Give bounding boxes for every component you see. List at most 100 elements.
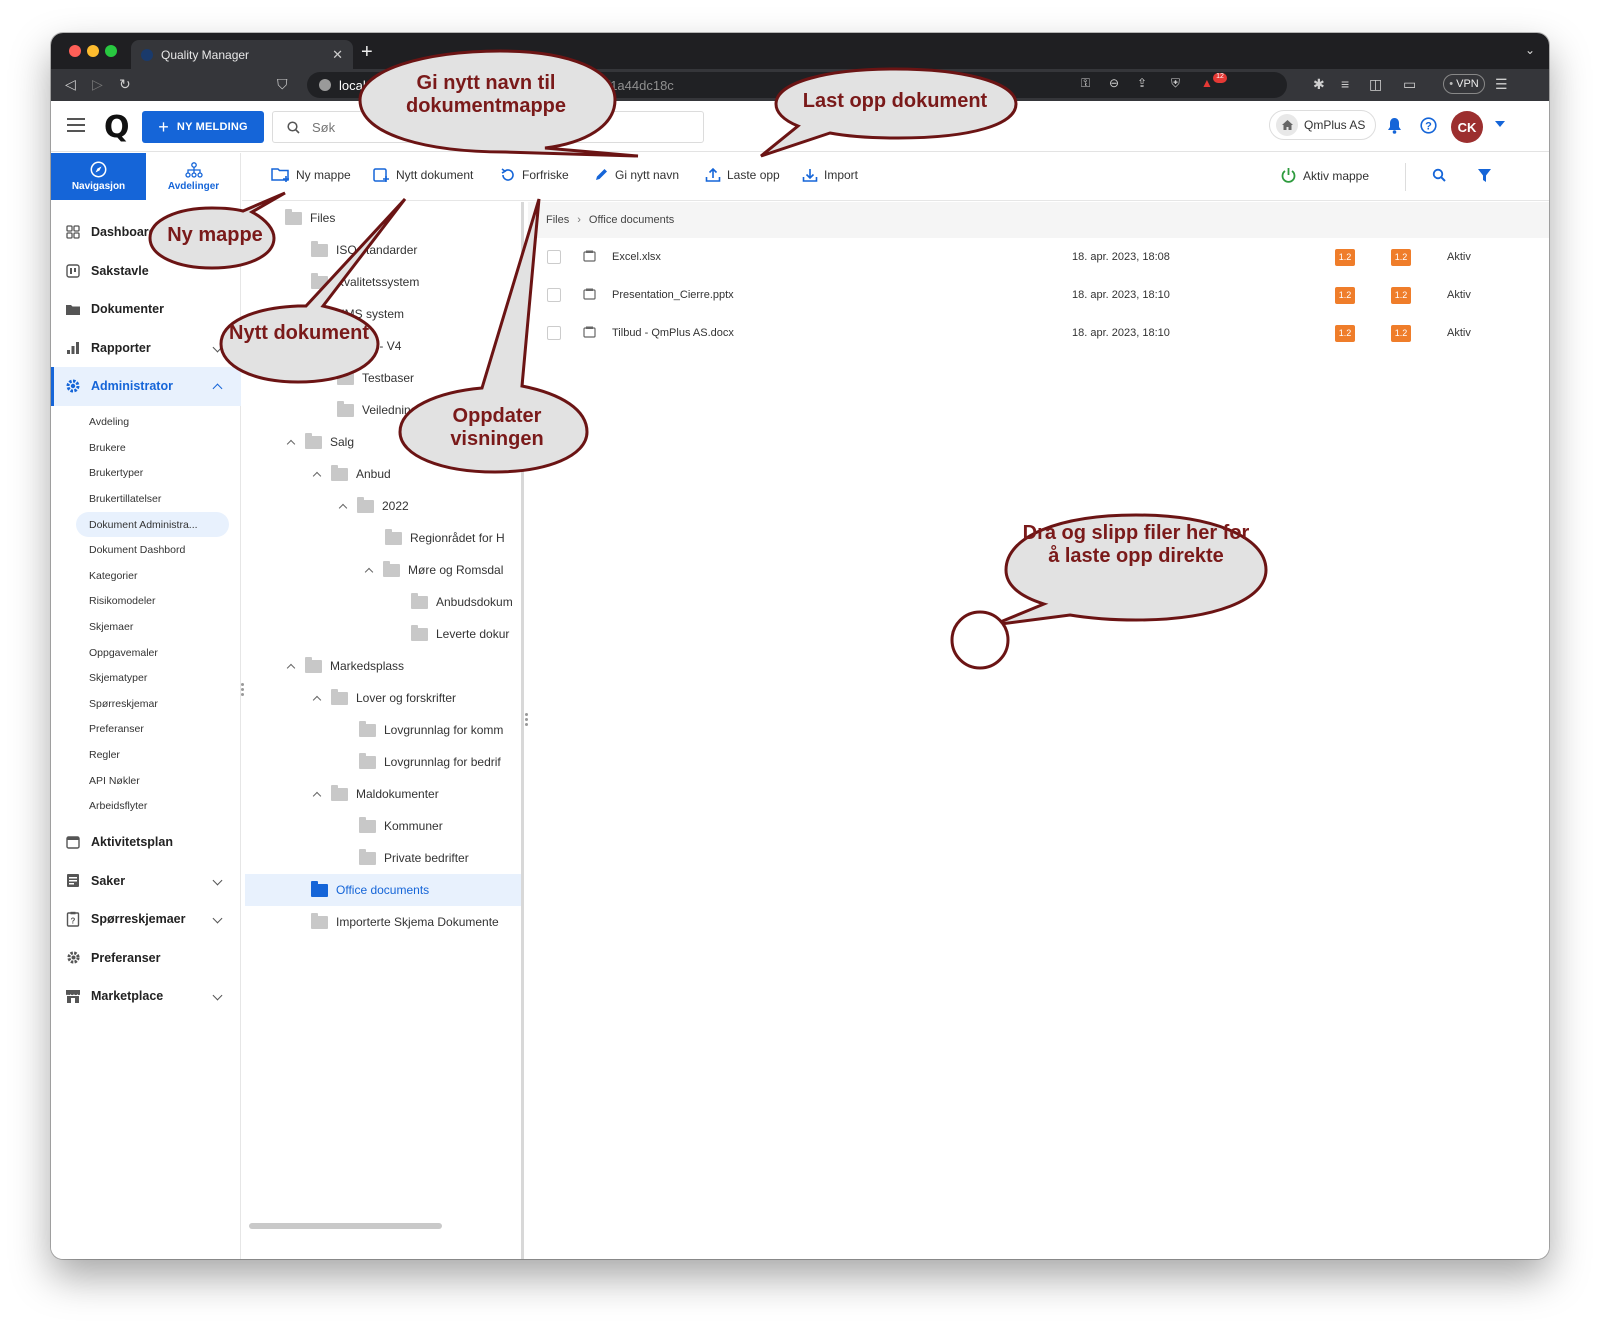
chevron-up-icon[interactable] <box>285 436 297 449</box>
back-icon[interactable]: ◁ <box>65 76 76 93</box>
zoom-window-button[interactable] <box>105 45 117 57</box>
chevron-up-icon[interactable] <box>285 660 297 673</box>
submenu-item[interactable]: Kategorier <box>51 563 241 589</box>
chevron-down-icon[interactable] <box>212 875 223 885</box>
submenu-item[interactable]: Risikomodeler <box>51 589 241 615</box>
new-document-button[interactable]: Nytt dokument <box>373 167 473 183</box>
filter-icon[interactable] <box>1477 168 1492 188</box>
chevron-up-icon[interactable] <box>311 788 323 801</box>
submenu-item[interactable]: Preferanser <box>51 717 241 743</box>
help-icon[interactable]: ? <box>1420 117 1437 139</box>
submenu-item[interactable]: Dokument Dashbord <box>51 537 241 563</box>
submenu-item[interactable]: Arbeidsflyter <box>51 793 241 819</box>
active-folder-toggle[interactable]: Aktiv mappe <box>1280 167 1369 184</box>
account-dropdown-icon[interactable] <box>1495 121 1505 127</box>
menu-item-saker[interactable]: Saker <box>51 862 241 901</box>
file-name[interactable]: Excel.xlsx <box>612 251 661 263</box>
table-row[interactable]: Excel.xlsx 18. apr. 2023, 18:08 1.2 1.2 … <box>528 238 1549 276</box>
tree-node[interactable]: Leverte dokur <box>411 618 509 650</box>
key-icon[interactable]: ⚿ <box>1081 76 1090 91</box>
bookmark-icon[interactable]: ⛉ <box>277 76 288 93</box>
tree-node[interactable]: Importerte Skjema Dokumente <box>311 906 499 938</box>
close-tab-icon[interactable]: ✕ <box>332 47 343 63</box>
import-button[interactable]: Import <box>802 167 858 183</box>
avatar[interactable]: CK <box>1451 111 1483 143</box>
brave-shield-icon[interactable]: ⛨ <box>1171 76 1180 91</box>
tree-node[interactable]: Lover og forskrifter <box>311 682 456 714</box>
refresh-button[interactable]: Forfriske <box>500 167 569 183</box>
submenu-item-selected[interactable]: Dokument Administra... <box>76 511 229 538</box>
chevron-up-icon[interactable] <box>311 468 323 481</box>
tree-node[interactable]: Lovgrunnlag for komm <box>359 714 503 746</box>
browser-menu-icon[interactable]: ☰ <box>1495 76 1508 93</box>
extensions-icon[interactable]: ✱ <box>1313 76 1325 93</box>
tab-list-chevron-icon[interactable]: ⌄ <box>1525 43 1535 57</box>
rename-button[interactable]: Gi nytt navn <box>594 167 679 182</box>
tree-node[interactable]: Regionrådet for H <box>385 522 505 554</box>
submenu-item[interactable]: Skjematyper <box>51 665 241 691</box>
bell-icon[interactable] <box>1387 117 1402 139</box>
zoom-icon[interactable]: ⊖ <box>1109 76 1119 90</box>
chevron-up-icon[interactable] <box>363 564 375 577</box>
file-name[interactable]: Tilbud - QmPlus AS.docx <box>612 327 734 339</box>
menu-item-administrator[interactable]: Administrator <box>51 367 241 406</box>
upload-button[interactable]: Laste opp <box>705 167 780 183</box>
breadcrumb-item[interactable]: Office documents <box>589 214 674 226</box>
submenu-item[interactable]: Spørreskjemar <box>51 691 241 717</box>
share-icon[interactable]: ⇪ <box>1137 76 1147 90</box>
tab-navigasjon[interactable]: Navigasjon <box>51 153 146 200</box>
menu-item-sporreskjemaer[interactable]: ? Spørreskjemaer <box>51 900 241 939</box>
close-window-button[interactable] <box>69 45 81 57</box>
rewards-icon[interactable]: ▲ <box>1201 76 1213 90</box>
tree-horizontal-scrollbar[interactable] <box>249 1223 442 1229</box>
menu-item-preferanser[interactable]: Preferanser <box>51 939 241 978</box>
tree-node[interactable]: Private bedrifter <box>359 842 469 874</box>
sidebar-icon[interactable]: ◫ <box>1369 76 1382 93</box>
chevron-down-icon[interactable] <box>212 913 223 924</box>
search-icon[interactable] <box>1432 168 1446 187</box>
tree-node[interactable]: Lovgrunnlag for bedrif <box>359 746 501 778</box>
menu-item-marketplace[interactable]: Marketplace <box>51 977 241 1016</box>
tree-node[interactable]: Anbud <box>311 458 391 490</box>
browser-tab[interactable]: Quality Manager ✕ <box>131 40 353 69</box>
submenu-item[interactable]: Brukertyper <box>51 461 241 487</box>
file-name[interactable]: Presentation_Cierre.pptx <box>612 289 734 301</box>
new-message-button[interactable]: + NY MELDING <box>142 111 264 143</box>
tree-node[interactable]: Kommuner <box>359 810 443 842</box>
chevron-up-icon[interactable] <box>337 500 349 513</box>
minimize-window-button[interactable] <box>87 45 99 57</box>
hamburger-menu-icon[interactable] <box>67 118 85 136</box>
forward-icon[interactable]: ▷ <box>92 76 103 93</box>
menu-item-dokumenter[interactable]: Dokumenter <box>51 290 241 329</box>
tree-node[interactable]: 2022 <box>337 490 409 522</box>
app-logo[interactable]: Q <box>104 110 130 145</box>
submenu-item[interactable]: Skjemaer <box>51 614 241 640</box>
tree-node[interactable]: Markedsplass <box>285 650 404 682</box>
chevron-up-icon[interactable] <box>311 692 323 705</box>
document-list[interactable]: Files › Office documents Excel.xlsx 18. … <box>528 202 1549 1259</box>
table-row[interactable]: Tilbud - QmPlus AS.docx 18. apr. 2023, 1… <box>528 314 1549 352</box>
tree-node[interactable]: Møre og Romsdal <box>363 554 503 586</box>
vpn-button[interactable]: • VPN <box>1443 74 1485 94</box>
playlist-icon[interactable]: ≡ <box>1341 76 1349 92</box>
submenu-item[interactable]: Brukere <box>51 435 241 461</box>
submenu-item[interactable]: Brukertillatelser <box>51 486 241 512</box>
reload-icon[interactable]: ↻ <box>119 76 131 93</box>
submenu-item[interactable]: Regler <box>51 742 241 768</box>
tree-node[interactable]: Anbudsdokum <box>411 586 513 618</box>
tree-node-selected[interactable]: Office documents <box>245 874 521 906</box>
wallet-icon[interactable]: ▭ <box>1403 76 1416 93</box>
new-folder-button[interactable]: Ny mappe <box>271 167 351 182</box>
company-selector[interactable]: QmPlus AS <box>1269 110 1377 140</box>
table-row[interactable]: Presentation_Cierre.pptx 18. apr. 2023, … <box>528 276 1549 314</box>
menu-item-aktivitetsplan[interactable]: Aktivitetsplan <box>51 823 241 862</box>
submenu-item[interactable]: Avdeling <box>51 410 241 436</box>
nav-resize-handle[interactable] <box>241 683 244 697</box>
submenu-item[interactable]: Oppgavemaler <box>51 640 241 666</box>
menu-item-rapporter[interactable]: Rapporter <box>51 329 241 368</box>
chevron-down-icon[interactable] <box>212 990 223 1001</box>
tree-node[interactable]: Maldokumenter <box>311 778 439 810</box>
submenu-item[interactable]: API Nøkler <box>51 768 241 794</box>
tree-node[interactable]: Salg <box>285 426 354 458</box>
site-info-icon[interactable] <box>319 79 331 91</box>
